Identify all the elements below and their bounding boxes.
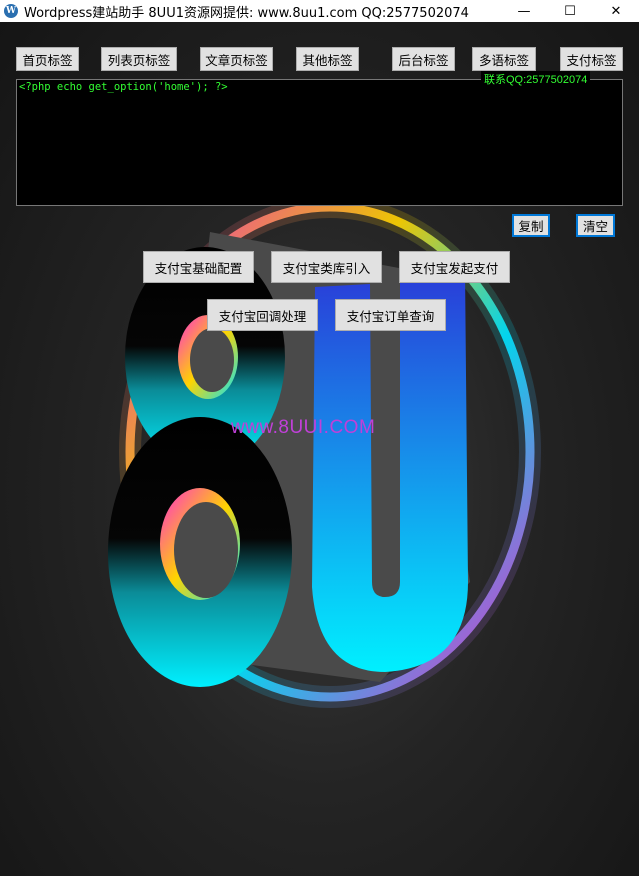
alipay-basic-config-button[interactable]: 支付宝基础配置 bbox=[143, 251, 254, 283]
tab-home[interactable]: 首页标签 bbox=[16, 47, 79, 71]
alipay-order-query-button[interactable]: 支付宝订单查询 bbox=[335, 299, 446, 331]
alipay-initiate-payment-button[interactable]: 支付宝发起支付 bbox=[399, 251, 510, 283]
code-editor[interactable]: <?php echo get_option('home'); ?> bbox=[16, 79, 623, 206]
maximize-button[interactable]: ☐ bbox=[547, 0, 593, 22]
contact-label: 联系QQ:2577502074 bbox=[481, 71, 591, 87]
clear-button[interactable]: 清空 bbox=[576, 214, 615, 237]
copy-button[interactable]: 复制 bbox=[512, 214, 550, 237]
close-button[interactable]: ✕ bbox=[593, 0, 639, 22]
code-editor-content[interactable]: <?php echo get_option('home'); ?> bbox=[19, 81, 228, 93]
watermark-text: www.8UUI.COM bbox=[231, 417, 376, 438]
wordpress-icon: W bbox=[4, 4, 18, 18]
alipay-lib-import-button[interactable]: 支付宝类库引入 bbox=[271, 251, 382, 283]
window-controls: — ☐ ✕ bbox=[501, 0, 639, 22]
tab-admin[interactable]: 后台标签 bbox=[392, 47, 455, 71]
tab-list-page[interactable]: 列表页标签 bbox=[101, 47, 177, 71]
tab-article-page[interactable]: 文章页标签 bbox=[200, 47, 273, 71]
minimize-button[interactable]: — bbox=[501, 0, 547, 22]
alipay-callback-button[interactable]: 支付宝回调处理 bbox=[207, 299, 318, 331]
tab-payment[interactable]: 支付标签 bbox=[560, 47, 623, 71]
title-bar: W Wordpress建站助手 8UU1资源网提供: www.8uu1.com … bbox=[0, 0, 639, 22]
tab-other[interactable]: 其他标签 bbox=[296, 47, 359, 71]
tab-multilang[interactable]: 多语标签 bbox=[472, 47, 536, 71]
client-area: 首页标签 列表页标签 文章页标签 其他标签 后台标签 多语标签 支付标签 <?p… bbox=[0, 22, 639, 876]
window-title: Wordpress建站助手 8UU1资源网提供: www.8uu1.com QQ… bbox=[24, 5, 469, 21]
